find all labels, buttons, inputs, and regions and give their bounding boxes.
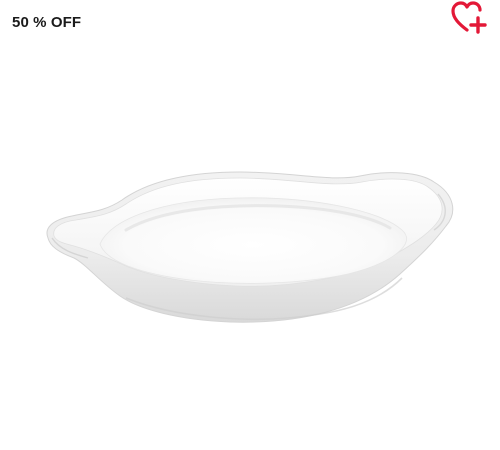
product-card[interactable]: 50 % OFF xyxy=(0,0,500,450)
baking-dish-illustration xyxy=(46,171,454,323)
heart-plus-icon xyxy=(451,1,487,34)
discount-badge: 50 % OFF xyxy=(12,14,82,31)
add-to-wishlist-button[interactable] xyxy=(449,0,489,36)
product-image[interactable] xyxy=(30,150,470,330)
